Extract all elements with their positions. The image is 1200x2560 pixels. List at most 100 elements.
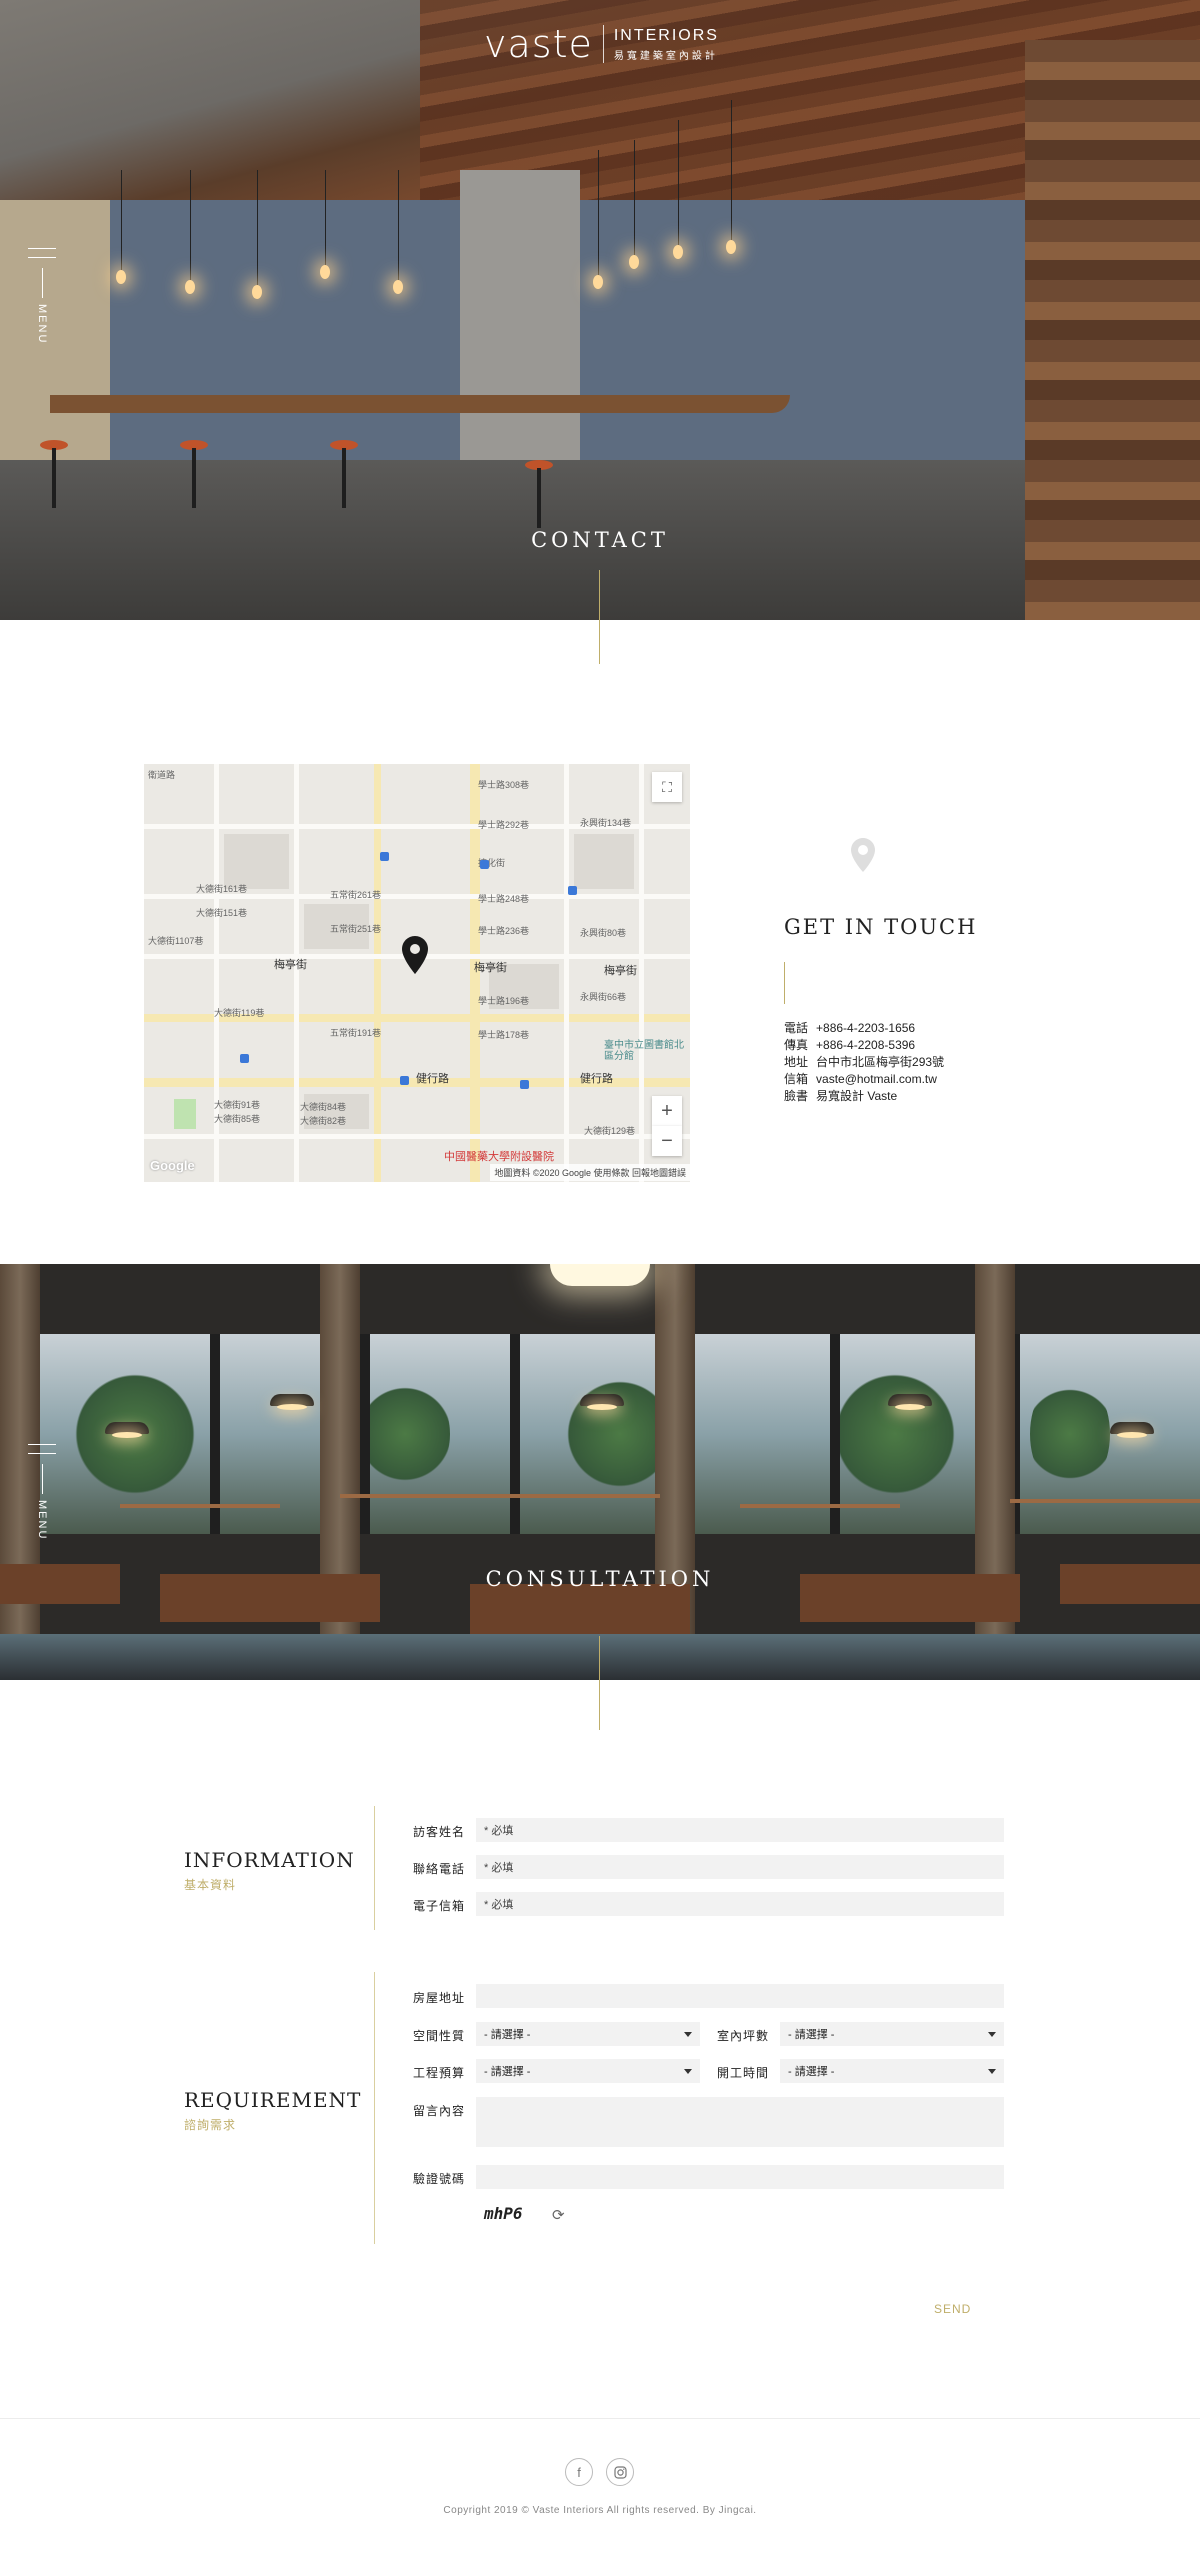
bus-stop-icon	[240, 1054, 249, 1063]
library-poi-label[interactable]: 臺中市立圖書館北區分館	[604, 1040, 684, 1062]
start-time-value: - 請選擇 -	[788, 2066, 835, 2078]
bus-stop-icon	[400, 1076, 409, 1085]
budget-value: - 請選擇 -	[484, 2066, 531, 2078]
contact-email-value[interactable]: vaste@hotmail.com.tw	[816, 1071, 937, 1088]
chevron-down-icon	[988, 2068, 996, 2074]
map-label: 永興街66巷	[580, 992, 627, 1002]
email-label: 電子信箱	[413, 1899, 466, 1913]
map-label: 梅亭街	[474, 962, 507, 974]
contact-email: 信箱 vaste@hotmail.com.tw	[784, 1071, 944, 1088]
contact-divider-line	[784, 962, 785, 1004]
contact-phone-value[interactable]: +886-4-2203-1656	[816, 1020, 915, 1037]
bus-stop-icon	[380, 852, 389, 861]
area-label: 室內坪數	[717, 2029, 770, 2043]
space-type-select[interactable]: - 請選擇 -	[476, 2022, 700, 2046]
instagram-icon[interactable]	[606, 2458, 634, 2486]
captcha-label: 驗證號碼	[413, 2172, 466, 2186]
hero2-ceiling-light	[550, 1264, 650, 1286]
map-label: 大德街84巷	[300, 1102, 347, 1112]
menu-button[interactable]: MENU	[24, 248, 60, 344]
pendant-light	[185, 280, 195, 294]
copyright-text: Copyright 2019 © Vaste Interiors All rig…	[443, 2505, 757, 2516]
contact-fax-value: +886-4-2208-5396	[816, 1038, 916, 1052]
chevron-down-icon	[988, 2031, 996, 2037]
information-subtitle: 基本資料	[184, 1878, 237, 1892]
hamburger-icon	[28, 248, 56, 266]
map-label: 學士路178巷	[478, 1030, 530, 1040]
map-label: 學士路248巷	[478, 894, 530, 904]
zoom-in-button[interactable]: +	[652, 1096, 682, 1126]
map-label: 大德街1107巷	[148, 936, 204, 946]
contact-facebook: 臉書 易寬設計 Vaste	[784, 1088, 944, 1105]
map-attribution[interactable]: 地圖資料 ©2020 Google 使用條款 回報地圖錯誤	[490, 1164, 690, 1181]
send-button[interactable]: SEND	[934, 2302, 971, 2316]
message-textarea[interactable]	[476, 2097, 1004, 2147]
map-label: 梅亭街	[604, 965, 637, 977]
name-input[interactable]: * 必填	[476, 1818, 1004, 1842]
map-label: 大德街82巷	[300, 1116, 347, 1126]
map-label: 學士路196巷	[478, 996, 530, 1006]
pendant-light	[116, 270, 126, 284]
menu-button-secondary[interactable]: MENU	[24, 1444, 60, 1540]
budget-select[interactable]: - 請選擇 -	[476, 2059, 700, 2083]
start-time-select[interactable]: - 請選擇 -	[780, 2059, 1004, 2083]
name-label: 訪客姓名	[413, 1825, 466, 1839]
contact-phone: 電話 +886-4-2203-1656	[784, 1020, 944, 1037]
pendant-light	[393, 280, 403, 294]
facebook-icon[interactable]: f	[565, 2458, 593, 2486]
space-type-value: - 請選擇 -	[484, 2029, 531, 2041]
pendant-light	[593, 275, 603, 289]
hospital-poi-label[interactable]: 中國醫藥大學附設醫院	[444, 1148, 554, 1164]
google-map[interactable]: 衛道路 學士路308巷 學士路292巷 永興街134巷 捷化街 大德街161巷 …	[144, 764, 690, 1182]
hero2-divider-line	[599, 1636, 600, 1730]
contact-facebook-value[interactable]: 易寬設計 Vaste	[816, 1088, 897, 1105]
chevron-down-icon	[684, 2031, 692, 2037]
bus-stop-icon	[568, 886, 577, 895]
information-divider-line	[374, 1806, 375, 1930]
phone-input[interactable]: * 必填	[476, 1855, 1004, 1879]
area-value: - 請選擇 -	[788, 2029, 835, 2041]
location-pin-icon[interactable]	[402, 936, 428, 974]
pendant-light	[252, 285, 262, 299]
address-label: 房屋地址	[413, 1991, 466, 2005]
requirement-subtitle: 諮詢需求	[184, 2118, 237, 2132]
contact-fax-label: 傳真	[784, 1038, 809, 1052]
map-label: 大德街85巷	[214, 1114, 261, 1124]
contact-address: 地址 台中市北區梅亭街293號	[784, 1054, 944, 1071]
chevron-down-icon	[684, 2068, 692, 2074]
brand-logo[interactable]: vaste INTERIORS 易寬建築室內設計	[484, 22, 719, 66]
bus-stop-icon	[520, 1080, 529, 1089]
map-label: 健行路	[580, 1073, 613, 1085]
zoom-out-button[interactable]: −	[652, 1126, 682, 1156]
hamburger-icon	[28, 1444, 56, 1462]
contact-info-list: 電話 +886-4-2203-1656 傳真 +886-4-2208-5396 地址…	[784, 1020, 944, 1105]
brand-name-en: INTERIORS	[613, 26, 719, 44]
map-label: 五常街191巷	[330, 1028, 382, 1038]
contact-address-value: 台中市北區梅亭街293號	[816, 1055, 945, 1069]
refresh-icon[interactable]: ⟳	[552, 2206, 565, 2224]
captcha-input[interactable]	[476, 2165, 1004, 2189]
email-input[interactable]: * 必填	[476, 1892, 1004, 1916]
message-label: 留言內容	[413, 2104, 466, 2118]
fullscreen-button[interactable]: ⛶	[652, 772, 682, 802]
pendant-light	[726, 240, 736, 254]
hero-divider-line	[599, 570, 600, 664]
menu-label: MENU	[36, 304, 48, 345]
brand-separator	[602, 25, 604, 63]
contact-email-label: 信箱	[784, 1072, 809, 1086]
budget-label: 工程預算	[413, 2066, 466, 2080]
map-label: 衛道路	[148, 770, 176, 780]
requirement-title: REQUIREMENT	[184, 2088, 362, 2112]
contact-fax: 傳真 +886-4-2208-5396	[784, 1037, 944, 1054]
map-label: 學士路292巷	[478, 820, 530, 830]
address-input[interactable]	[476, 1984, 1004, 2008]
hero2-table	[470, 1584, 690, 1634]
map-label: 學士路236巷	[478, 926, 530, 936]
contact-phone-label: 電話	[784, 1021, 809, 1035]
google-logo: Google	[150, 1158, 195, 1173]
map-label: 學士路308巷	[478, 780, 530, 790]
map-label: 大德街161巷	[196, 884, 248, 894]
area-select[interactable]: - 請選擇 -	[780, 2022, 1004, 2046]
hero-bar-table	[50, 395, 790, 413]
map-label: 健行路	[416, 1073, 449, 1085]
